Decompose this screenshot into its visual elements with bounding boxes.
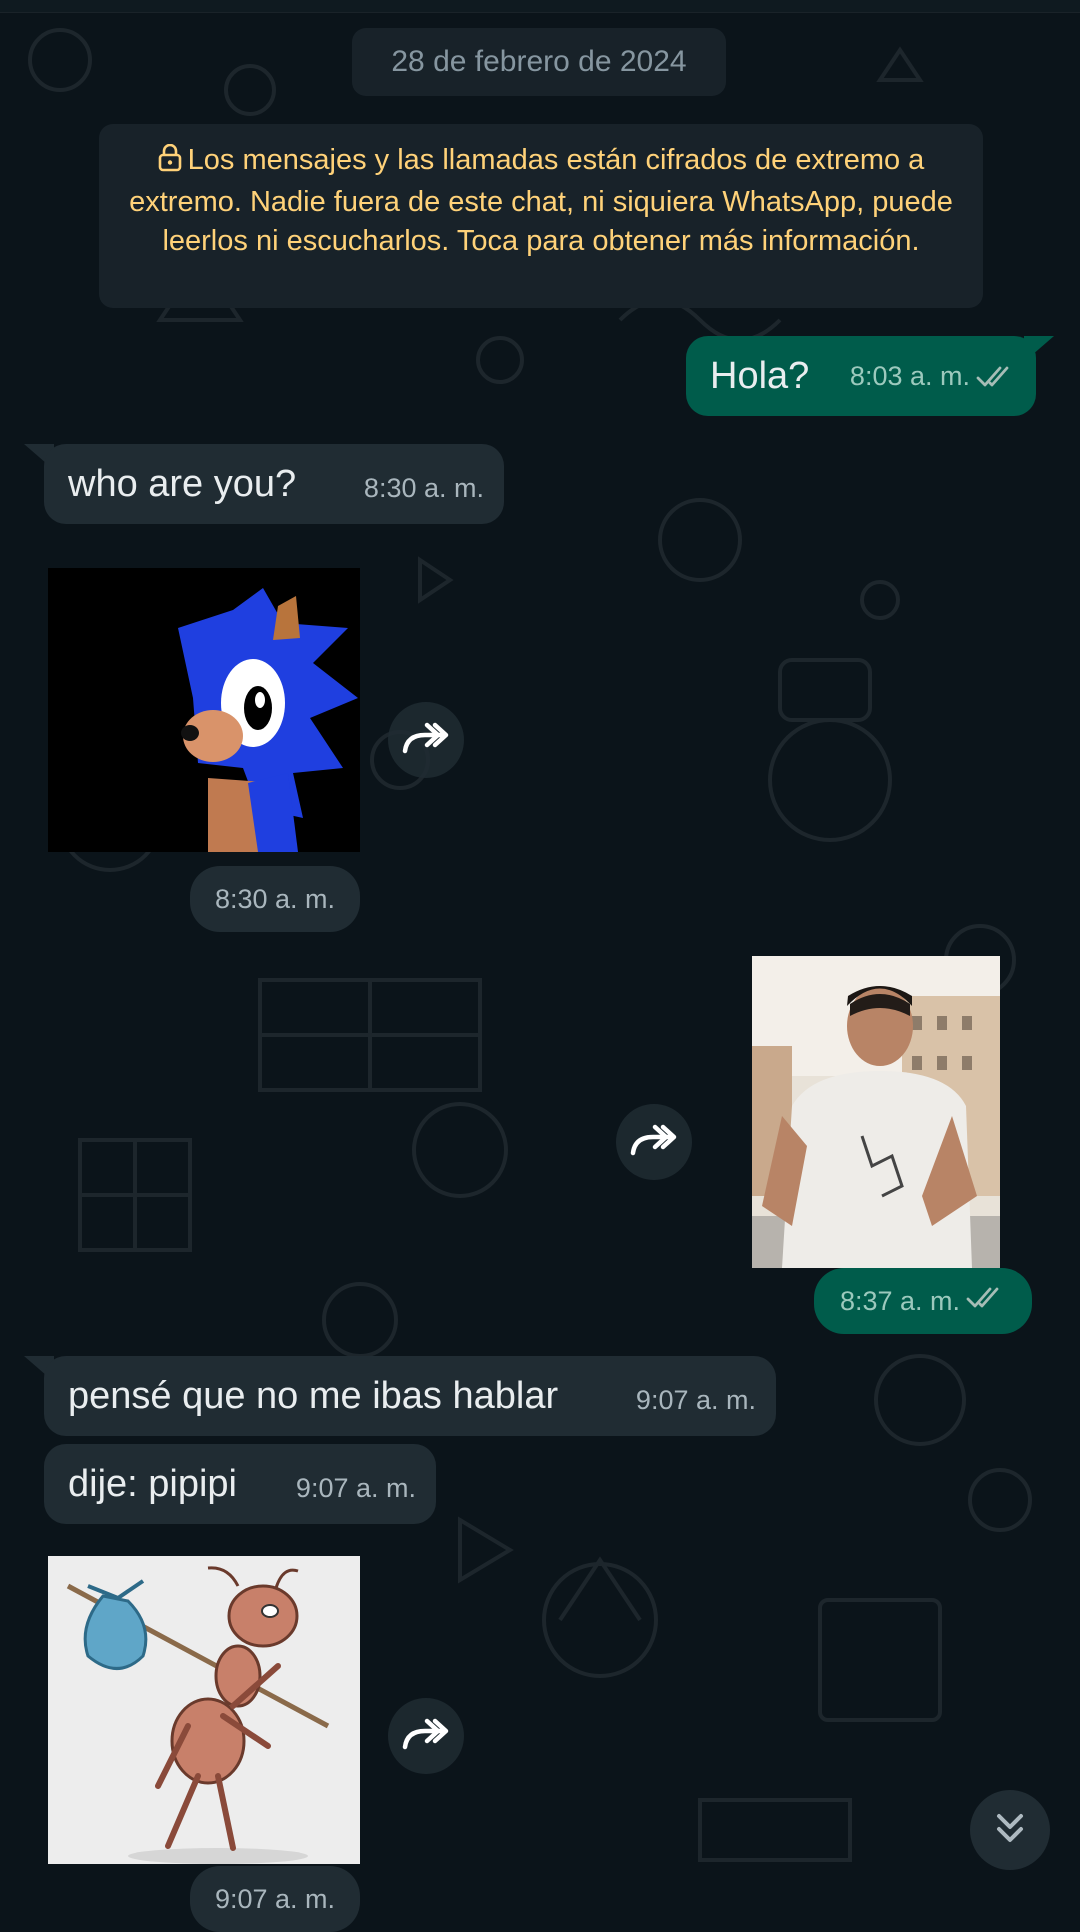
double-check-icon (966, 1286, 1006, 1317)
message-time: 9:07 a. m. (635, 1385, 756, 1415)
message-time: 9:07 a. m. (295, 1473, 416, 1503)
photo-person (752, 956, 1000, 1268)
sonic-sticker (48, 568, 360, 852)
lock-icon (158, 143, 182, 183)
encryption-notice-text: Los mensajes y las llamadas están cifrad… (129, 144, 953, 257)
photo-time: 8:37 a. m. (814, 1268, 1032, 1334)
sticker-sonic[interactable] (48, 568, 360, 852)
scroll-to-bottom-button[interactable] (970, 1790, 1050, 1870)
message-text: who are you? (68, 463, 297, 505)
message-time: 8:30 a. m. (363, 473, 484, 503)
message-bubble-incoming[interactable]: who are you? 8:30 a. m. (44, 444, 504, 524)
forward-button[interactable] (616, 1104, 692, 1180)
date-separator: 28 de febrero de 2024 (352, 28, 726, 96)
sticker-time: 8:30 a. m. (190, 866, 360, 932)
double-chevron-down-icon (992, 1810, 1028, 1851)
message-bubble-outgoing[interactable]: Hola? 8:03 a. m. (686, 336, 1036, 416)
photo-message[interactable] (752, 956, 1000, 1268)
forward-button[interactable] (388, 1698, 464, 1774)
double-check-icon (976, 358, 1016, 402)
forward-button[interactable] (388, 702, 464, 778)
message-text: pensé que no me ibas hablar (68, 1375, 559, 1417)
message-bubble-incoming[interactable]: dije: pipipi 9:07 a. m. (44, 1444, 436, 1524)
message-time: 8:03 a. m. (850, 354, 1016, 402)
forward-icon (401, 721, 451, 760)
message-bubble-incoming[interactable]: pensé que no me ibas hablar 9:07 a. m. (44, 1356, 776, 1436)
sticker-ant[interactable] (48, 1556, 360, 1864)
bubble-tail (1024, 336, 1054, 362)
message-text: Hola? (710, 355, 810, 397)
sticker-time: 9:07 a. m. (190, 1866, 360, 1932)
ant-with-bundle-sticker (48, 1556, 360, 1864)
message-text: dije: pipipi (68, 1463, 237, 1505)
forward-icon (629, 1123, 679, 1162)
status-strip (0, 0, 1080, 13)
encryption-notice[interactable]: Los mensajes y las llamadas están cifrad… (99, 124, 983, 308)
forward-icon (401, 1717, 451, 1756)
